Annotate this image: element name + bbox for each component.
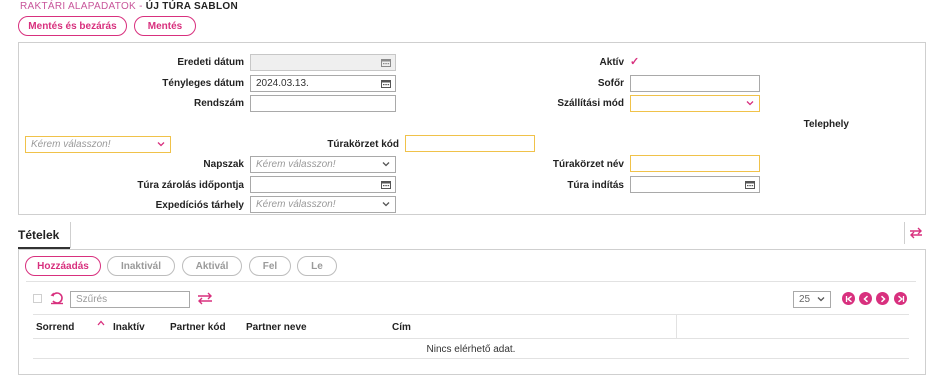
lock-time-label: Túra zárolás időpontja (137, 180, 244, 191)
sort-ascending-icon[interactable] (97, 320, 105, 326)
divider (904, 222, 905, 244)
swap-arrows-icon[interactable] (909, 227, 923, 239)
up-button[interactable]: Fel (249, 256, 291, 276)
chevron-down-icon (382, 162, 390, 167)
filter-input[interactable]: Szűrés (70, 291, 190, 308)
last-page-button[interactable] (894, 292, 907, 305)
chevron-right-icon (880, 295, 886, 302)
plate-input[interactable] (250, 95, 396, 112)
column-header-address[interactable]: Cím (392, 322, 411, 333)
activate-button[interactable]: Aktivál (182, 256, 242, 276)
page-size-select[interactable]: 25 (793, 291, 831, 308)
tab-divider (70, 222, 71, 248)
grid-header (33, 314, 909, 339)
column-divider (676, 314, 677, 339)
page-title: ÚJ TÚRA SABLON (145, 1, 238, 12)
save-and-close-button[interactable]: Mentés és bezárás (18, 16, 127, 36)
shipping-mode-label: Szállítási mód (557, 98, 624, 109)
deactivate-button[interactable]: Inaktivál (107, 256, 175, 276)
add-button[interactable]: Hozzáadás (25, 256, 101, 276)
breadcrumb: RAKTÁRI ALAPADATOK - ÚJ TÚRA SABLON (20, 1, 238, 12)
lock-time-field[interactable] (250, 176, 396, 193)
original-date-field (250, 54, 396, 71)
expedition-storage-label: Expedíciós tárhely (155, 200, 244, 211)
actual-date-label: Tényleges dátum (162, 78, 244, 89)
site-label: Telephely (803, 119, 849, 130)
plate-label: Rendszám (193, 98, 244, 109)
chevron-down-icon (817, 297, 825, 302)
chevron-down-icon (382, 202, 390, 207)
site-select[interactable]: Kérem válasszon! (25, 136, 171, 153)
column-header-partner-name[interactable]: Partner neve (246, 322, 307, 333)
first-page-icon (845, 295, 852, 302)
tab-items[interactable]: Tételek (18, 228, 59, 242)
divider (26, 281, 916, 282)
chevron-down-icon (157, 142, 165, 147)
reset-icon[interactable] (50, 291, 64, 305)
next-page-button[interactable] (876, 292, 889, 305)
calendar-icon[interactable] (381, 180, 391, 189)
column-header-order[interactable]: Sorrend (36, 322, 74, 333)
first-page-button[interactable] (842, 292, 855, 305)
driver-label: Sofőr (597, 78, 624, 89)
zone-code-input[interactable] (405, 135, 535, 152)
chevron-left-icon (862, 295, 868, 302)
calendar-icon (381, 59, 391, 67)
calendar-icon[interactable] (745, 180, 755, 189)
down-button[interactable]: Le (297, 256, 337, 276)
time-slot-select[interactable]: Kérem válasszon! (250, 156, 396, 173)
empty-message: Nincs elérhető adat. (426, 344, 516, 355)
zone-name-input[interactable] (630, 155, 760, 172)
swap-arrows-icon[interactable] (197, 292, 213, 305)
start-field[interactable] (630, 176, 760, 193)
last-page-icon (897, 295, 904, 302)
save-button[interactable]: Mentés (134, 16, 196, 36)
chevron-down-icon (746, 101, 754, 106)
active-checkbox[interactable]: ✓ (630, 55, 639, 68)
original-date-label: Eredeti dátum (177, 57, 244, 68)
column-header-partner-code[interactable]: Partner kód (170, 322, 226, 333)
driver-input[interactable] (630, 75, 760, 92)
previous-page-button[interactable] (859, 292, 872, 305)
zone-name-label: Túrakörzet név (552, 159, 624, 170)
start-label: Túra indítás (567, 180, 624, 191)
calendar-icon[interactable] (381, 79, 391, 88)
time-slot-label: Napszak (203, 159, 244, 170)
expedition-storage-select[interactable]: Kérem válasszon! (250, 196, 396, 213)
column-header-inactive[interactable]: Inaktív (113, 322, 145, 333)
actual-date-field[interactable]: 2024.03.13. (250, 75, 396, 92)
zone-code-label: Túrakörzet kód (327, 139, 399, 150)
select-all-checkbox[interactable] (33, 294, 42, 303)
active-label: Aktív (599, 57, 624, 68)
breadcrumb-section[interactable]: RAKTÁRI ALAPADATOK - (20, 1, 143, 12)
shipping-mode-select[interactable] (630, 95, 760, 112)
